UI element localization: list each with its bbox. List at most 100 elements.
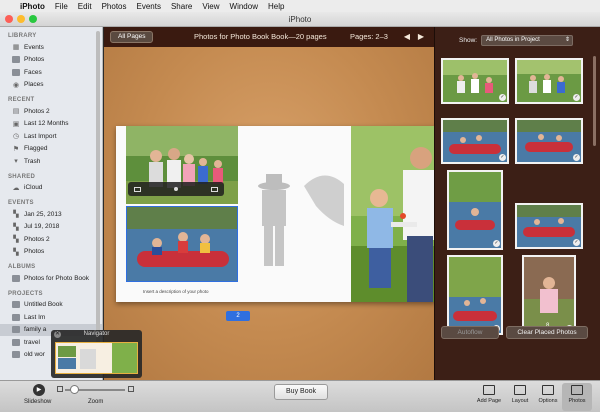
sidebar-item-last-import[interactable]: ◷ Last Import xyxy=(0,130,102,143)
places-icon: ◉ xyxy=(12,81,20,89)
menu-edit[interactable]: Edit xyxy=(78,2,92,11)
event-icon: ▚ xyxy=(13,248,19,256)
menu-events[interactable]: Events xyxy=(136,2,160,11)
thumbnail-photo[interactable]: ✓ xyxy=(515,118,583,164)
sidebar-item-event-jan[interactable]: ▚ Jan 25, 2013 xyxy=(0,208,102,221)
zoom-label: Zoom xyxy=(88,399,104,405)
faces-icon xyxy=(12,68,20,76)
next-page-icon[interactable]: ▶ xyxy=(416,32,426,42)
sidebar-section-events: EVENTS xyxy=(8,200,34,206)
sidebar-item-events[interactable]: ▦ Events xyxy=(0,41,102,54)
window-titlebar: iPhoto xyxy=(0,12,600,27)
menu-share[interactable]: Share xyxy=(171,2,192,11)
sidebar-item-event-jul[interactable]: ▚ Jul 19, 2018 xyxy=(0,221,102,234)
sidebar-item-album-photo-book[interactable]: Photos for Photo Book xyxy=(0,272,102,285)
navigator-panel: ✕ Navigator xyxy=(51,330,142,378)
book-icon xyxy=(12,326,20,334)
add-page-button[interactable]: Add Page xyxy=(474,383,504,411)
album-icon xyxy=(12,274,20,282)
menu-photos[interactable]: Photos xyxy=(102,2,127,11)
photos-button[interactable]: Photos xyxy=(562,383,592,411)
book-canvas: Insert a description of your photo 2 xyxy=(104,47,436,380)
book-spread: Insert a description of your photo xyxy=(116,126,436,302)
page-photo-raft[interactable] xyxy=(126,206,238,282)
father-son-photo-image[interactable] xyxy=(351,126,436,302)
autoflow-button[interactable]: Autoflow xyxy=(441,326,499,339)
raft-photo-image xyxy=(127,207,237,281)
sidebar-item-icloud[interactable]: ☁ iCloud xyxy=(0,182,102,195)
photo-edit-popup xyxy=(128,182,224,196)
thumbnail-photo[interactable]: ✓ xyxy=(515,203,583,249)
zoom-out-image-icon[interactable] xyxy=(134,186,141,192)
page-number-badge: 2 xyxy=(226,311,250,321)
thumbnail-photo[interactable]: ✓ xyxy=(515,58,583,104)
event-icon: ▚ xyxy=(13,236,19,244)
right-page[interactable] xyxy=(351,126,436,302)
pages-indicator: Pages: 2–3 xyxy=(350,32,388,41)
sidebar-item-photos[interactable]: Photos xyxy=(0,54,102,67)
previous-page-icon[interactable]: ◀ xyxy=(402,32,412,42)
placed-check-icon: ✓ xyxy=(573,239,580,246)
calendar-icon: ▣ xyxy=(12,120,20,128)
cowboy-silhouette-art xyxy=(258,174,344,266)
events-icon: ▦ xyxy=(12,44,20,52)
options-button[interactable]: Options xyxy=(533,383,563,411)
clear-placed-photos-button[interactable]: Clear Placed Photos xyxy=(506,326,588,339)
thumbnail-photo[interactable]: ✓ xyxy=(447,170,503,250)
zoom-window-button[interactable] xyxy=(29,15,37,23)
book-icon xyxy=(12,351,20,359)
minimize-window-button[interactable] xyxy=(17,15,25,23)
show-filter-select[interactable]: All Photos in Project xyxy=(481,35,574,46)
sidebar-item-photos-2[interactable]: ▤ Photos 2 xyxy=(0,105,102,118)
thumbnail-photo[interactable]: ✓ xyxy=(441,118,509,164)
zoom-in-image-icon[interactable] xyxy=(211,186,218,192)
sidebar-item-event-photos-2[interactable]: ▚ Photos 2 xyxy=(0,233,102,246)
menu-help[interactable]: Help xyxy=(268,2,284,11)
book-icon xyxy=(12,338,20,346)
thumbnail-photo[interactable]: ✓ xyxy=(447,255,503,335)
play-slideshow-icon[interactable]: ▶ xyxy=(33,384,45,396)
flag-icon: ⚑ xyxy=(12,145,20,153)
menu-file[interactable]: File xyxy=(55,2,68,11)
zoom-small-icon[interactable] xyxy=(57,386,63,392)
bottom-toolbar: ▶ Slideshow Zoom Buy Book Add Page Layou… xyxy=(0,380,600,412)
menu-window[interactable]: Window xyxy=(230,2,258,11)
cloud-icon: ☁ xyxy=(12,184,20,192)
book-header-bar: All Pages Photos for Photo Book Book—20 … xyxy=(104,27,434,47)
close-window-button[interactable] xyxy=(5,15,13,23)
slideshow-label: Slideshow xyxy=(24,399,52,405)
thumbnail-photo[interactable]: ✓ xyxy=(441,58,509,104)
image-zoom-slider[interactable] xyxy=(174,187,178,191)
book-icon xyxy=(12,301,20,309)
photos-panel-icon xyxy=(571,385,583,395)
menu-app-name[interactable]: iPhoto xyxy=(20,2,45,11)
sidebar-scrollbar[interactable] xyxy=(96,31,100,371)
left-page[interactable]: Insert a description of your photo xyxy=(116,126,351,302)
photos-panel-scrollbar[interactable] xyxy=(593,56,596,146)
placed-check-icon: ✓ xyxy=(573,94,580,101)
window-controls xyxy=(5,15,37,23)
sidebar-item-places[interactable]: ◉ Places xyxy=(0,79,102,92)
show-label: Show: xyxy=(459,37,478,44)
options-icon xyxy=(542,385,554,395)
sidebar-item-last-12-months[interactable]: ▣ Last 12 Months xyxy=(0,118,102,131)
layout-button[interactable]: Layout xyxy=(505,383,535,411)
zoom-large-icon[interactable] xyxy=(128,386,134,392)
sidebar-item-flagged[interactable]: ⚑ Flagged xyxy=(0,143,102,156)
sidebar-item-last-import-book[interactable]: Last Im xyxy=(0,311,102,324)
all-pages-button[interactable]: All Pages xyxy=(110,31,154,43)
event-icon: ▚ xyxy=(13,223,19,231)
navigator-title: Navigator xyxy=(83,331,110,337)
menu-view[interactable]: View xyxy=(202,2,219,11)
sidebar-item-trash[interactable]: ▾ Trash xyxy=(0,155,102,168)
navigator-preview[interactable] xyxy=(55,342,138,374)
clock-icon: ◷ xyxy=(12,133,20,141)
sidebar-item-untitled-book[interactable]: Untitled Book xyxy=(0,299,102,312)
sidebar-item-faces[interactable]: Faces xyxy=(0,66,102,79)
sidebar-item-event-photos[interactable]: ▚ Photos xyxy=(0,246,102,259)
sidebar-section-albums: ALBUMS xyxy=(8,264,36,270)
photo-caption-text[interactable]: Insert a description of your photo xyxy=(143,289,209,294)
zoom-slider-knob[interactable] xyxy=(70,385,79,394)
buy-book-button[interactable]: Buy Book xyxy=(274,384,328,400)
navigator-close-icon[interactable]: ✕ xyxy=(54,331,61,338)
